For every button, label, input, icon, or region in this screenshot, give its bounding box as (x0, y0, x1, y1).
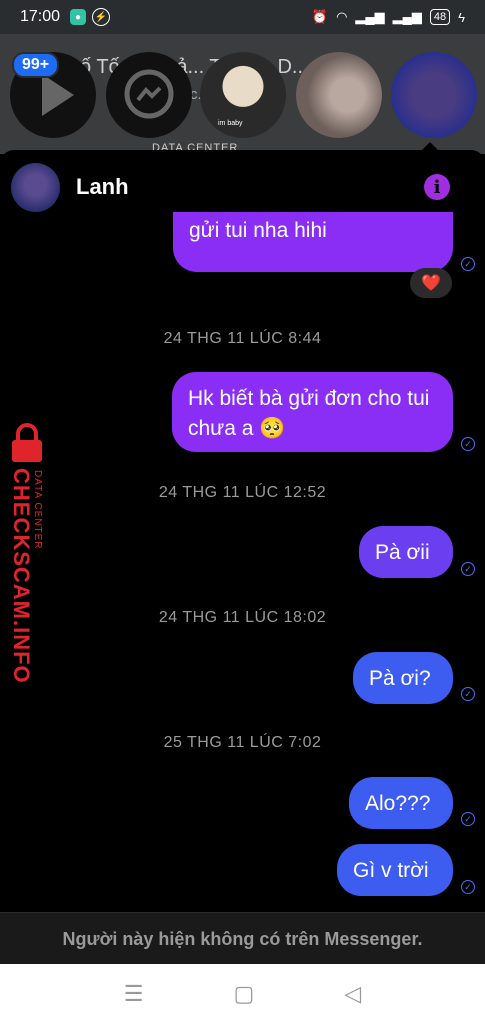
wifi-icon: ◠ (336, 9, 348, 24)
info-icon[interactable]: i (424, 174, 450, 200)
timestamp: 24 THG 11 LÚC 8:44 (163, 330, 322, 347)
message-text: Pà ơi? (369, 667, 431, 690)
alarm-icon: ⏰ (311, 9, 329, 24)
read-receipt-icon: ✓ (461, 437, 475, 451)
chat-panel: Lanh i gửi tui nha hihi ❤️ ✓ 24 THG 11 L… (0, 150, 485, 962)
message-text: Pà ơii (375, 541, 430, 564)
navigation-bar: ☰ ▢ ◁ (0, 964, 485, 1024)
message-bubble-partial[interactable]: gửi tui nha hihi (173, 212, 453, 272)
status-time: 17:00 (20, 8, 61, 25)
menu-icon[interactable]: ☰ (124, 981, 144, 1007)
timestamp: 25 THG 11 LÚC 7:02 (163, 734, 322, 751)
chat-app-icon: ● (70, 9, 87, 25)
read-receipt-icon: ✓ (461, 562, 475, 576)
message-bubble[interactable]: Alo??? (349, 777, 453, 829)
avatar[interactable] (11, 163, 60, 212)
signal-icon-2: ▂▄▆ (392, 9, 422, 24)
contact-name[interactable]: Lanh (76, 174, 129, 200)
messenger-icon (124, 69, 174, 119)
contact-chat-head-2[interactable] (296, 52, 382, 138)
read-receipt-icon: ✓ (461, 812, 475, 826)
signal-icon: ▂▄▆ (355, 9, 385, 24)
watermark-brand: CHECKSCAM.INFO (9, 468, 34, 684)
message-text: Gì v trời (353, 859, 429, 882)
contact-chat-head-1[interactable]: im baby (200, 52, 286, 138)
heart-reaction[interactable]: ❤️ (410, 268, 452, 298)
message-bubble[interactable]: Gì v trời (337, 844, 453, 896)
charging-icon: ϟ (458, 9, 465, 25)
back-icon[interactable]: ◁ (344, 981, 361, 1007)
home-icon[interactable]: ▢ (234, 981, 255, 1007)
message-bubble[interactable]: Pà ơii (359, 526, 453, 578)
watermark: CHECKSCAM.INFO DATA CENTER (4, 420, 50, 684)
chat-heads-row: im baby 99+ (0, 52, 485, 142)
battery-level: 48 (429, 9, 451, 25)
timestamp: 24 THG 11 LÚC 12:52 (158, 484, 327, 501)
messenger-icon: ⚡ (92, 8, 111, 26)
unavailable-notice: Người này hiện không có trên Messenger. (0, 912, 485, 965)
read-receipt-icon: ✓ (461, 687, 475, 701)
status-bar: 17:00 ● ⚡ ⏰ ◠ ▂▄▆ ▂▄▆ 48 ϟ (0, 0, 485, 34)
timestamp: 24 THG 11 LÚC 18:02 (158, 609, 327, 626)
read-receipt-icon: ✓ (461, 257, 475, 271)
message-bubble[interactable]: Pà ơi? (353, 652, 453, 704)
message-text: Hk biết bà gửi đơn cho tui chưa a 🥺 (188, 387, 430, 440)
watermark-sub: DATA CENTER (32, 470, 43, 550)
unread-badge: 99+ (12, 52, 60, 78)
read-receipt-icon: ✓ (461, 880, 475, 894)
message-text: gửi tui nha hihi (189, 219, 327, 242)
message-bubble[interactable]: Hk biết bà gửi đơn cho tui chưa a 🥺 (172, 372, 453, 452)
story-caption: im baby (218, 120, 243, 127)
active-chat-head[interactable] (391, 52, 477, 138)
messenger-chat-head[interactable] (106, 52, 192, 138)
message-text: Alo??? (365, 792, 431, 815)
lock-icon (12, 423, 42, 462)
